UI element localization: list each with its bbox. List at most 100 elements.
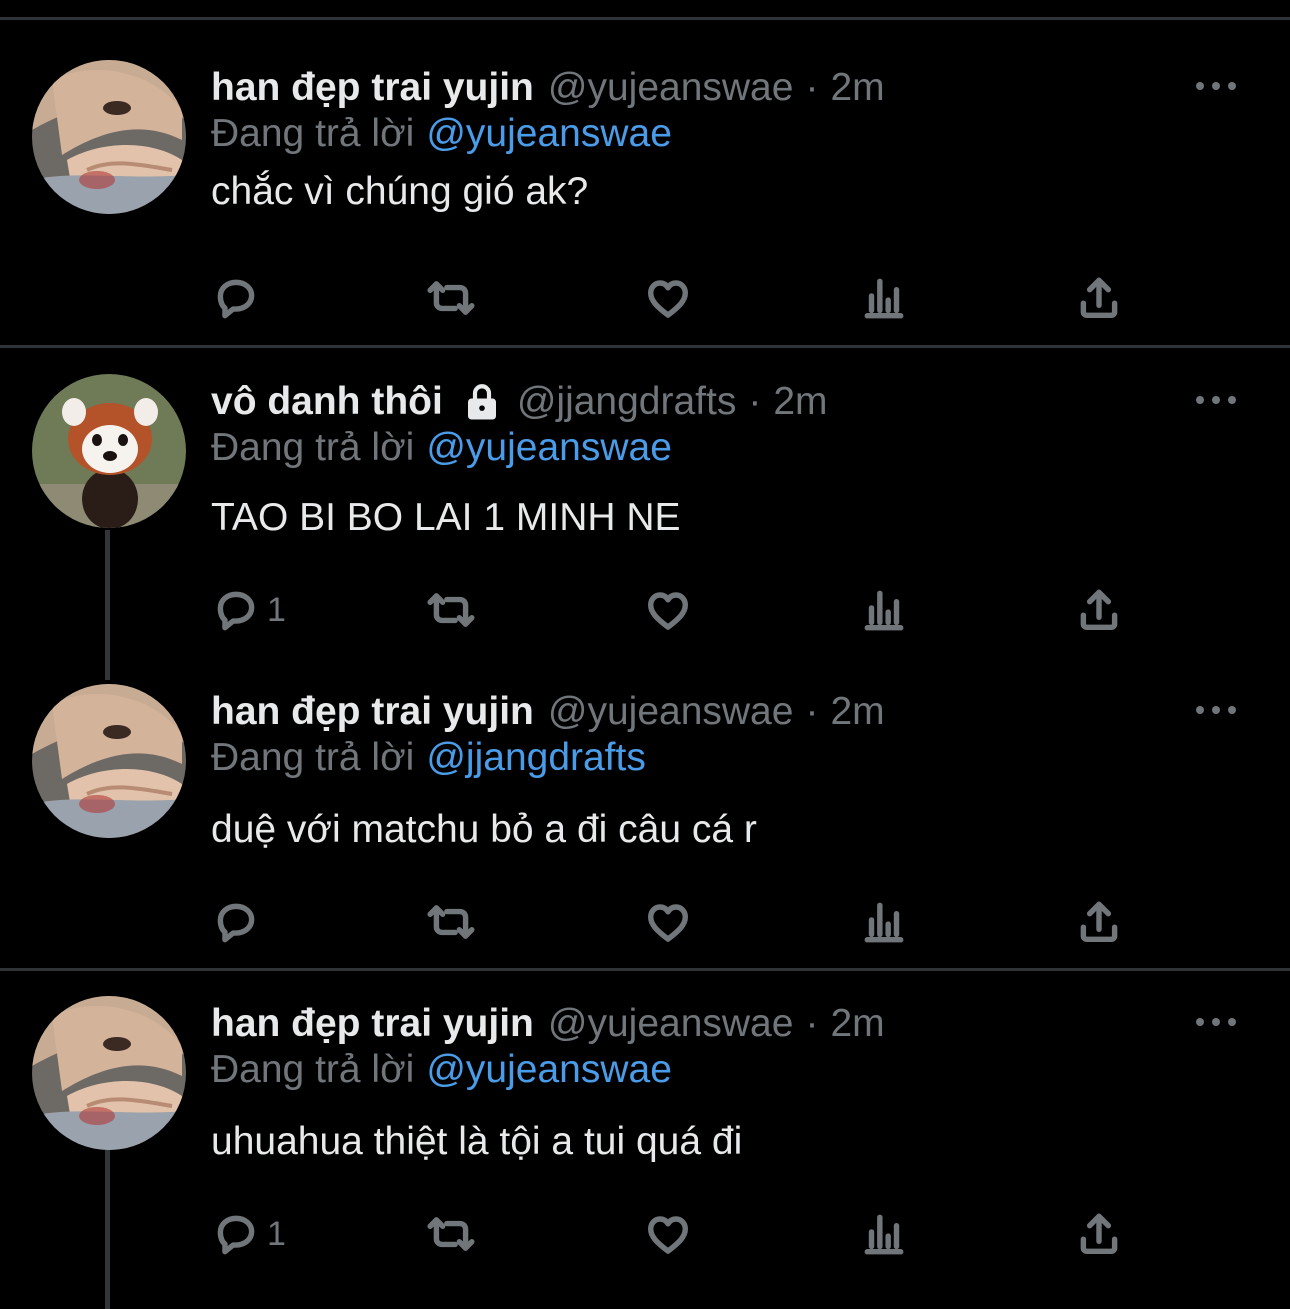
separator: · — [805, 1002, 819, 1045]
handle[interactable]: @yujeanswae — [548, 690, 794, 734]
reply-icon — [211, 897, 261, 947]
like-button[interactable] — [643, 268, 693, 328]
more-icon[interactable] — [1196, 76, 1236, 96]
tweet-header: han đẹp trai yujin @yujeanswae · 2m — [211, 996, 885, 1052]
timestamp[interactable]: 2m — [830, 66, 884, 110]
tweet-header: han đẹp trai yujin @yujeanswae · 2m — [211, 684, 885, 740]
top-divider — [0, 17, 1290, 20]
action-bar: 1 — [211, 580, 1131, 640]
tweet-text: uhuahua thiệt là tội a tui quá đi — [211, 1120, 743, 1163]
action-bar — [211, 892, 1131, 952]
reply-button[interactable] — [211, 892, 267, 952]
handle[interactable]: @yujeanswae — [548, 66, 794, 110]
action-bar — [211, 268, 1131, 328]
share-icon — [1074, 897, 1124, 947]
tweet-divider — [0, 345, 1290, 348]
like-icon — [643, 273, 693, 323]
reply-mention[interactable]: @jjangdrafts — [426, 736, 646, 779]
thread-line — [105, 530, 110, 680]
more-icon[interactable] — [1196, 700, 1236, 720]
reply-button[interactable]: 1 — [211, 580, 286, 640]
display-name[interactable]: vô danh thôi — [211, 380, 443, 424]
reply-button[interactable]: 1 — [211, 1204, 286, 1264]
reply-icon — [211, 585, 261, 635]
share-icon — [1074, 1209, 1124, 1259]
views-button[interactable] — [859, 580, 909, 640]
timestamp[interactable]: 2m — [830, 690, 884, 734]
reply-icon — [211, 1209, 261, 1259]
retweet-icon — [426, 897, 476, 947]
thread-line — [105, 1150, 110, 1309]
share-button[interactable] — [1074, 892, 1124, 952]
reply-mention[interactable]: @yujeanswae — [426, 426, 672, 469]
replying-to: Đang trả lời @yujeanswae — [211, 112, 672, 156]
retweet-button[interactable] — [426, 1204, 476, 1264]
reply-prefix: Đang trả lời — [211, 736, 415, 779]
yujin-avatar-image — [32, 60, 186, 214]
like-icon — [643, 585, 693, 635]
share-button[interactable] — [1074, 580, 1124, 640]
tweet-text: chắc vì chúng gió ak? — [211, 170, 589, 213]
tweet-text: duệ với matchu bỏ a đi câu cá r — [211, 808, 757, 851]
tweet-header: han đẹp trai yujin @yujeanswae · 2m — [211, 60, 885, 116]
like-button[interactable] — [643, 1204, 693, 1264]
like-icon — [643, 1209, 693, 1259]
avatar[interactable] — [32, 374, 186, 528]
views-button[interactable] — [859, 268, 909, 328]
reply-prefix: Đang trả lời — [211, 112, 415, 155]
like-icon — [643, 897, 693, 947]
display-name[interactable]: han đẹp trai yujin — [211, 690, 534, 734]
reply-mention[interactable]: @yujeanswae — [426, 1048, 672, 1091]
separator: · — [805, 690, 819, 733]
action-bar: 1 — [211, 1204, 1131, 1264]
retweet-button[interactable] — [426, 580, 476, 640]
retweet-button[interactable] — [426, 268, 476, 328]
share-button[interactable] — [1074, 1204, 1124, 1264]
yujin-avatar-image — [32, 996, 186, 1150]
more-icon[interactable] — [1196, 1012, 1236, 1032]
views-icon — [859, 273, 909, 323]
reply-prefix: Đang trả lời — [211, 426, 415, 469]
retweet-icon — [426, 1209, 476, 1259]
tweet-text: TAO BI BO LAI 1 MINH NE — [211, 496, 681, 539]
retweet-icon — [426, 585, 476, 635]
views-icon — [859, 897, 909, 947]
replying-to: Đang trả lời @yujeanswae — [211, 426, 672, 470]
avatar[interactable] — [32, 684, 186, 838]
retweet-icon — [426, 273, 476, 323]
display-name[interactable]: han đẹp trai yujin — [211, 1002, 534, 1046]
separator: · — [805, 66, 819, 109]
like-button[interactable] — [643, 892, 693, 952]
timestamp[interactable]: 2m — [830, 1002, 884, 1046]
yujin-avatar-image — [32, 684, 186, 838]
views-button[interactable] — [859, 1204, 909, 1264]
avatar[interactable] — [32, 996, 186, 1150]
display-name[interactable]: han đẹp trai yujin — [211, 66, 534, 110]
tweet-header: vô danh thôi @jjangdrafts · 2m — [211, 374, 828, 430]
reply-mention[interactable]: @yujeanswae — [426, 112, 672, 155]
more-icon[interactable] — [1196, 390, 1236, 410]
red-panda-avatar-image — [32, 374, 186, 528]
share-button[interactable] — [1074, 268, 1124, 328]
views-icon — [859, 1209, 909, 1259]
like-button[interactable] — [643, 580, 693, 640]
reply-prefix: Đang trả lời — [211, 1048, 415, 1091]
lock-icon — [467, 384, 496, 420]
avatar[interactable] — [32, 60, 186, 214]
reply-count: 1 — [267, 1214, 286, 1253]
handle[interactable]: @yujeanswae — [548, 1002, 794, 1046]
views-icon — [859, 585, 909, 635]
tweet-divider — [0, 968, 1290, 971]
reply-icon — [211, 273, 261, 323]
reply-count: 1 — [267, 590, 286, 629]
timestamp[interactable]: 2m — [773, 380, 827, 424]
replying-to: Đang trả lời @yujeanswae — [211, 1048, 672, 1092]
separator: · — [748, 380, 762, 423]
replying-to: Đang trả lời @jjangdrafts — [211, 736, 646, 780]
reply-button[interactable] — [211, 268, 267, 328]
share-icon — [1074, 273, 1124, 323]
handle[interactable]: @jjangdrafts — [517, 380, 737, 424]
views-button[interactable] — [859, 892, 909, 952]
share-icon — [1074, 585, 1124, 635]
retweet-button[interactable] — [426, 892, 476, 952]
